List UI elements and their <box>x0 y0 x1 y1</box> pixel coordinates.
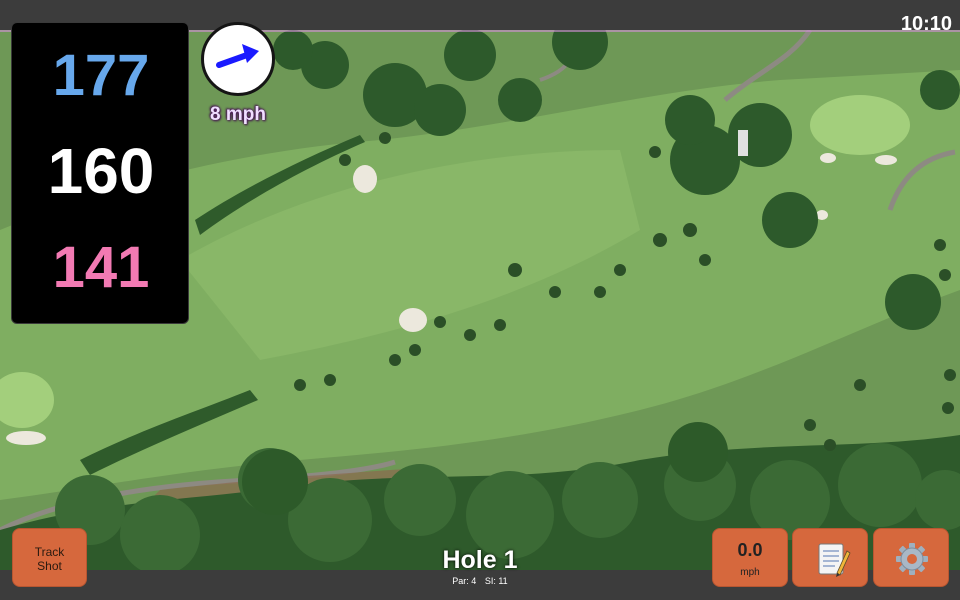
distance-panel: 177 160 141 <box>11 22 189 324</box>
wind-direction-arrow-icon <box>216 44 259 68</box>
hole-details: Par: 4 SI: 11 <box>380 577 580 586</box>
speed-unit: mph <box>740 567 760 578</box>
wind-indicator <box>201 22 275 96</box>
front-distance: 141 <box>52 235 150 300</box>
notepad-icon <box>818 543 851 577</box>
track-shot-label: Track Shot <box>34 545 65 573</box>
notes-button[interactable] <box>792 528 868 587</box>
hole-par: Par: 4 <box>452 576 477 586</box>
speed-value: 0.0 <box>737 540 763 560</box>
wind-speed-label: 8 mph <box>210 104 266 125</box>
track-shot-button[interactable]: Track Shot <box>12 528 87 587</box>
settings-button[interactable] <box>873 528 949 587</box>
gear-icon <box>896 543 928 575</box>
speed-button[interactable]: 0.0 mph <box>712 528 788 587</box>
hole-stroke-index: SI: 11 <box>484 576 508 586</box>
back-distance: 177 <box>52 43 150 108</box>
middle-distance: 160 <box>47 135 155 207</box>
hole-title: Hole 1 <box>442 546 518 574</box>
